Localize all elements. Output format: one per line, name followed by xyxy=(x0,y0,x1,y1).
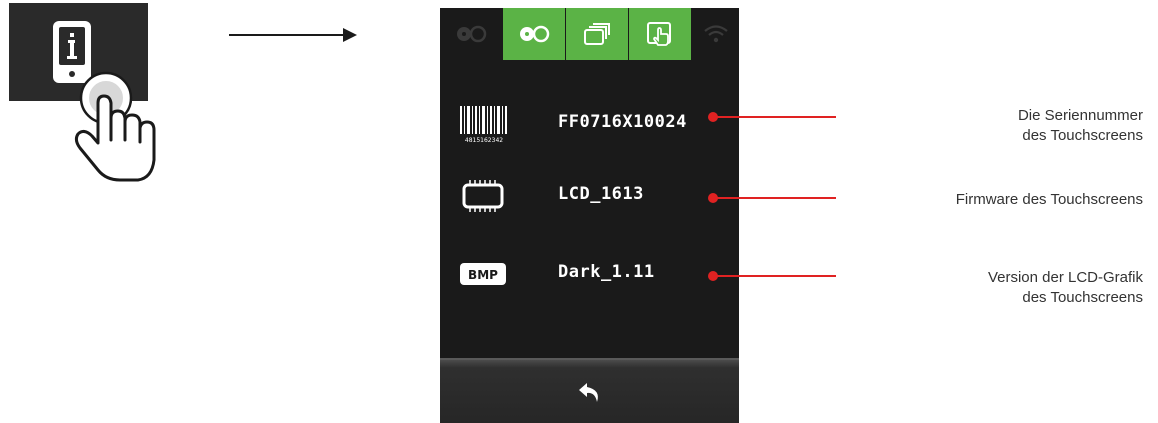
barcode-digits: 4815162342 xyxy=(465,137,503,144)
bottom-bar xyxy=(440,358,739,423)
tab-bar xyxy=(440,8,739,60)
touchscreen-display: 4815162342 FF0716X10024 LCD_1613 BMP Dar… xyxy=(440,8,739,423)
graphic-version-row: BMP Dark_1.11 xyxy=(440,244,739,304)
barcode-icon: 4815162342 xyxy=(460,106,507,144)
tab-tape-inactive[interactable] xyxy=(440,8,502,60)
firmware-annotation-line xyxy=(713,197,836,199)
tap-hand-icon xyxy=(74,71,156,182)
serial-annotation-label: Die Seriennummer des Touchscreens xyxy=(1017,107,1143,144)
graphic-annotation-line xyxy=(713,275,836,277)
back-arrow-icon xyxy=(578,382,598,402)
wifi-icon xyxy=(703,25,728,43)
chip-icon xyxy=(462,180,504,212)
back-button[interactable] xyxy=(570,373,610,413)
serial-annotation-line xyxy=(713,116,836,118)
touch-screen-icon xyxy=(647,22,671,46)
firmware-row: LCD_1613 xyxy=(440,166,739,226)
tab-wifi-inactive[interactable] xyxy=(692,8,739,60)
bmp-badge-text: BMP xyxy=(468,268,498,282)
serial-number-row: 4815162342 FF0716X10024 xyxy=(440,94,739,154)
firmware-value: LCD_1613 xyxy=(558,184,644,204)
tape-icon xyxy=(457,25,487,43)
layers-icon xyxy=(584,23,610,45)
bmp-icon: BMP xyxy=(460,263,506,285)
tape-icon xyxy=(520,25,550,43)
flow-arrow-icon xyxy=(229,28,357,42)
firmware-annotation-label: Firmware des Touchscreens xyxy=(955,191,1143,208)
tab-layers[interactable] xyxy=(566,8,628,60)
tab-tape[interactable] xyxy=(503,8,565,60)
tab-touch[interactable] xyxy=(629,8,691,60)
graphic-annotation-label: Version der LCD-Grafik des Touchscreens xyxy=(987,269,1143,306)
graphic-version-value: Dark_1.11 xyxy=(558,262,655,282)
serial-number-value: FF0716X10024 xyxy=(558,112,687,132)
